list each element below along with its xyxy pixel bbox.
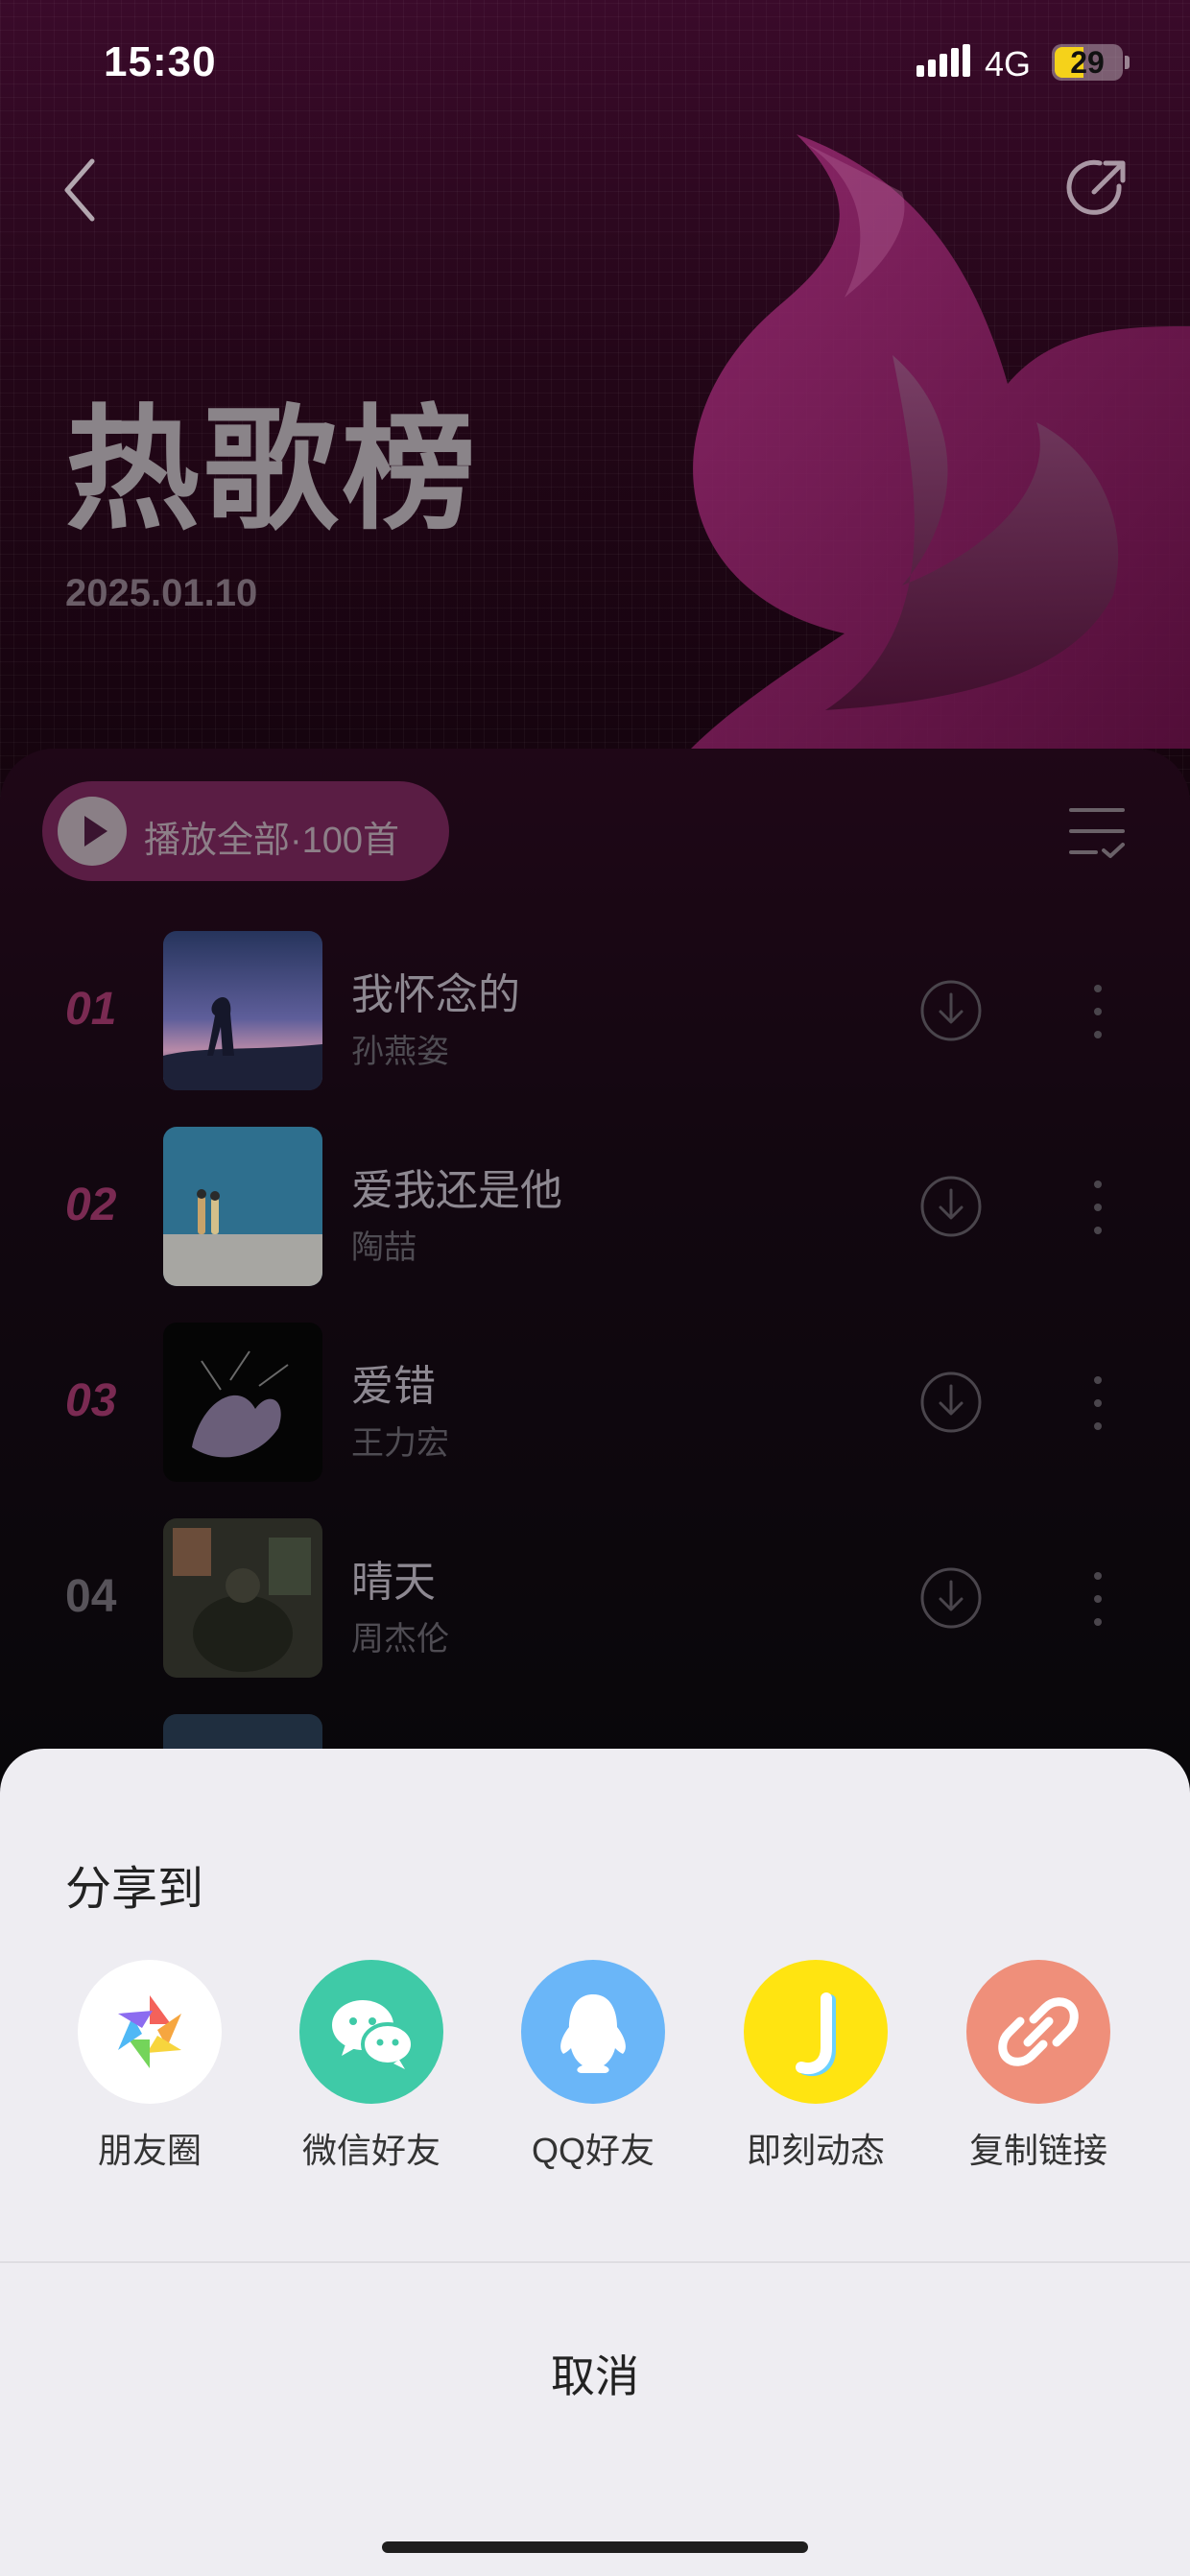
song-artist: 王力宏 <box>351 1425 449 1462</box>
wechat-icon <box>332 2000 415 2069</box>
share-qq-button[interactable]: QQ好友 <box>497 1960 689 2171</box>
album-cover <box>163 1323 322 1482</box>
song-artist: 孙燕姿 <box>351 1034 449 1070</box>
song-row[interactable]: 04 晴天 周杰伦 <box>0 1518 1190 1682</box>
share-copy-link-button[interactable]: 复制链接 <box>942 1960 1134 2171</box>
battery-nub <box>1125 56 1130 69</box>
more-icon[interactable] <box>1083 1177 1113 1238</box>
moments-icon <box>118 1995 181 2068</box>
song-artist: 陶喆 <box>351 1229 416 1266</box>
share-label: 即刻动态 <box>746 2131 885 2170</box>
play-all-button[interactable]: 播放全部·100首 <box>42 781 449 881</box>
more-icon[interactable] <box>1083 1568 1113 1630</box>
jike-icon <box>796 1992 836 2076</box>
share-label: 复制链接 <box>968 2131 1107 2170</box>
download-icon[interactable] <box>919 1566 983 1630</box>
share-jike-button[interactable]: 即刻动态 <box>720 1960 912 2171</box>
song-title: 爱错 <box>351 1363 436 1410</box>
share-icon[interactable] <box>1061 154 1132 225</box>
status-time: 15:30 <box>104 38 217 85</box>
share-moments-button[interactable]: 朋友圈 <box>54 1960 246 2171</box>
album-cover <box>163 1127 322 1286</box>
share-sheet-title: 分享到 <box>65 1864 204 1915</box>
flame-artwork-icon <box>691 134 1190 749</box>
signal-icon <box>916 44 970 77</box>
play-all-label: 播放全部·100首 <box>144 821 400 861</box>
play-icon <box>58 797 127 866</box>
chart-date: 2025.01.10 <box>65 572 258 614</box>
page-title: 热歌榜 <box>65 394 481 545</box>
album-cover <box>163 931 322 1090</box>
cancel-button[interactable]: 取消 <box>451 2342 739 2405</box>
more-icon[interactable] <box>1083 1372 1113 1434</box>
more-icon[interactable] <box>1083 981 1113 1042</box>
back-icon[interactable] <box>54 154 107 227</box>
share-label: QQ好友 <box>531 2131 654 2170</box>
song-rank: 01 <box>65 984 117 1035</box>
battery-icon: 29 <box>1052 44 1123 81</box>
battery-level: 29 <box>1070 45 1105 80</box>
song-title: 爱我还是他 <box>351 1167 562 1214</box>
download-icon[interactable] <box>919 1175 983 1238</box>
home-indicator <box>382 2541 808 2553</box>
qq-icon <box>560 1994 626 2073</box>
multi-select-icon[interactable] <box>1067 802 1127 862</box>
network-label: 4G <box>985 44 1032 83</box>
share-wechat-button[interactable]: 微信好友 <box>275 1960 467 2171</box>
song-rank: 02 <box>65 1180 117 1230</box>
sheet-divider <box>0 2261 1190 2263</box>
song-row[interactable]: 03 爱错 王力宏 <box>0 1323 1190 1486</box>
share-label: 微信好友 <box>301 2131 440 2170</box>
song-title: 晴天 <box>351 1559 436 1606</box>
song-title: 我怀念的 <box>351 971 520 1018</box>
share-label: 朋友圈 <box>97 2131 202 2170</box>
song-row[interactable]: 01 我怀念的 孙燕姿 <box>0 931 1190 1094</box>
download-icon[interactable] <box>919 979 983 1042</box>
song-artist: 周杰伦 <box>351 1621 449 1658</box>
song-row[interactable]: 02 爱我还是他 陶喆 <box>0 1127 1190 1290</box>
song-rank: 04 <box>65 1571 117 1622</box>
album-cover <box>163 1518 322 1678</box>
download-icon[interactable] <box>919 1371 983 1434</box>
song-rank: 03 <box>65 1375 117 1426</box>
link-icon <box>998 1997 1079 2066</box>
